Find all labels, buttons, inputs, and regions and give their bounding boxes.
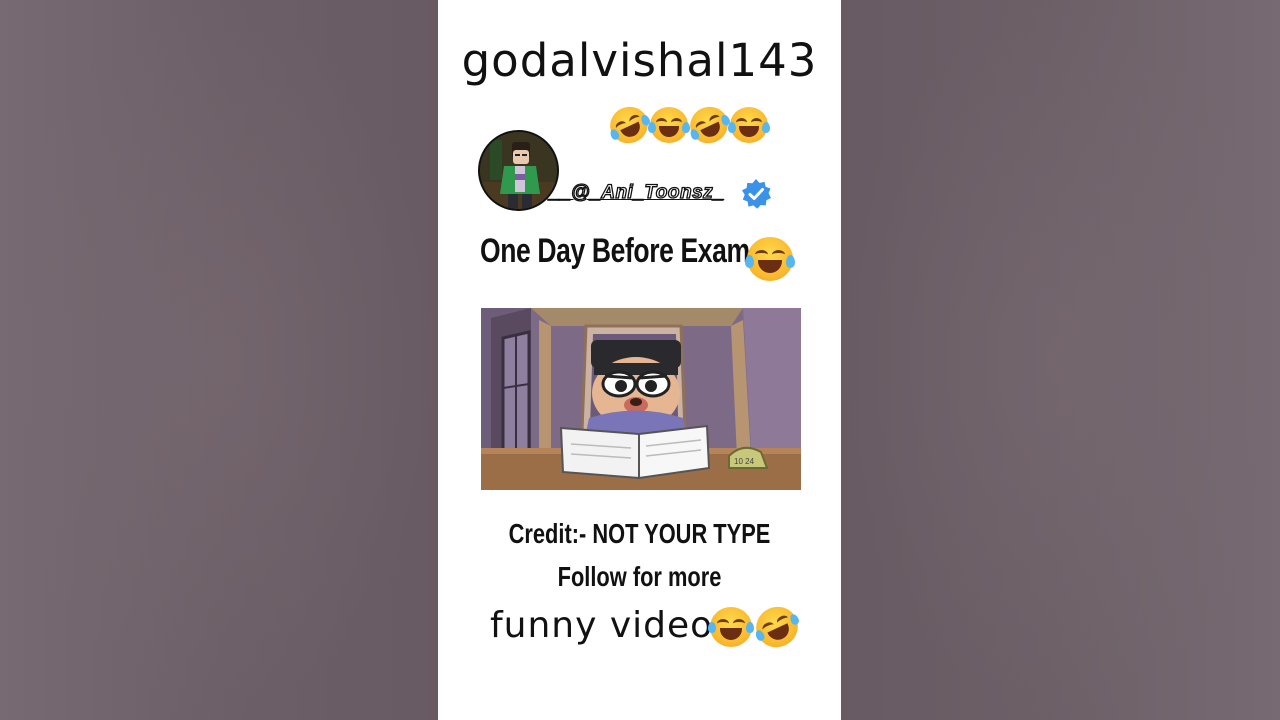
rolling-laughing-emoji-icon <box>604 100 654 150</box>
rolling-laughing-emoji-icon <box>749 599 805 655</box>
tears-of-joy-emoji-icon <box>648 107 690 143</box>
tears-of-joy-emoji-icon <box>728 107 770 143</box>
caption-emojis <box>708 599 805 655</box>
cartoon-illustration: 10 24 <box>481 308 801 490</box>
follow-text: Follow for more <box>557 561 722 592</box>
blurred-background-right <box>841 0 1280 720</box>
tears-of-joy-emoji-icon <box>745 237 795 281</box>
video-frame: godalvishal143 __@_Ani_Toonsz_ One Day B… <box>438 0 841 720</box>
clock-readout: 10 24 <box>734 457 755 466</box>
username-title: godalvishal143 <box>461 34 818 87</box>
verified-badge-icon <box>742 179 771 209</box>
tears-of-joy-emoji-icon <box>708 607 754 647</box>
credit-text: Credit:- NOT YOUR TYPE <box>508 518 771 549</box>
blurred-background-left <box>0 0 438 720</box>
headline-emoji <box>745 237 795 285</box>
video-headline: One Day Before Exam <box>480 232 750 270</box>
top-emoji-row <box>604 100 770 150</box>
channel-handle: __@_Ani_Toonsz_ <box>548 181 725 203</box>
caption-text: funny video <box>490 605 714 646</box>
rolling-laughing-emoji-icon <box>684 100 734 150</box>
channel-avatar <box>478 130 559 211</box>
